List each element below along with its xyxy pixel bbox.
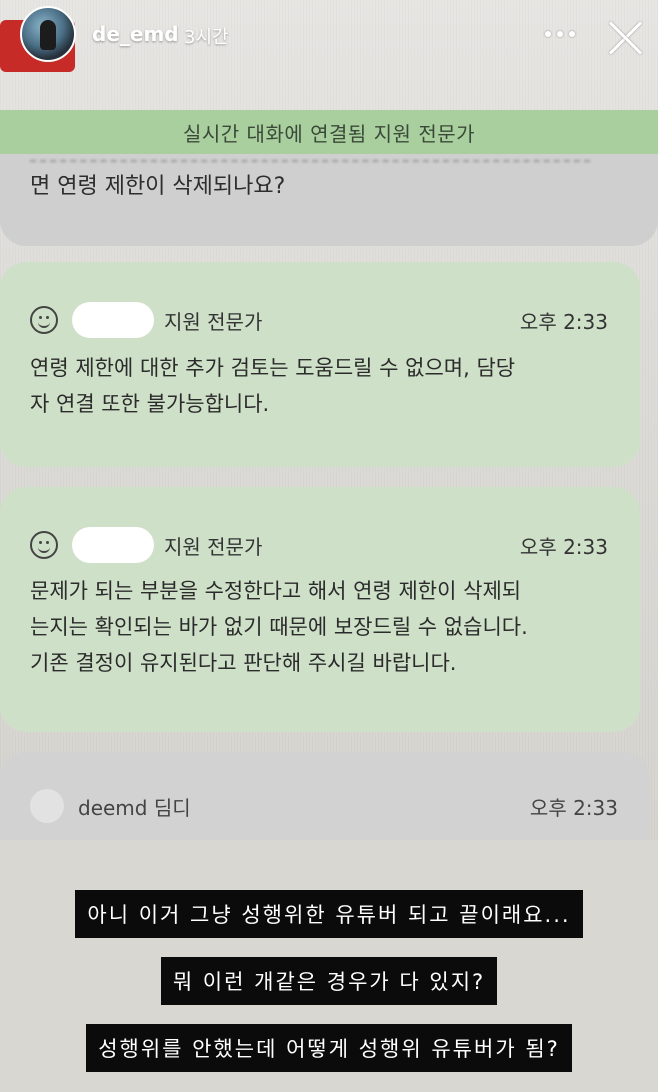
smile-icon — [30, 306, 58, 334]
user-avatar — [30, 789, 64, 823]
agent-message-bubble: 지원 전문가 오후 2:33 연령 제한에 대한 추가 검토는 도움드릴 수 없… — [0, 262, 640, 467]
user-message-text: 면 연령 제한이 삭제되나요? — [30, 174, 286, 199]
caption-line: 뭐 이런 개같은 경우가 다 있지? — [160, 957, 498, 1005]
user-message-bubble: deemd 딤디 오후 2:33 — [0, 752, 650, 840]
caption-line: 아니 이거 그냥 성행위한 유튜버 되고 끝이래요... — [75, 890, 583, 938]
close-icon[interactable] — [606, 18, 646, 58]
caption-line: 성행위를 안했는데 어떻게 성행위 유튜버가 됨? — [86, 1024, 572, 1072]
agent-message-bubble: 지원 전문가 오후 2:33 문제가 되는 부분을 수정한다고 해서 연령 제한… — [0, 487, 640, 732]
redacted-agent-name — [72, 302, 154, 338]
live-chat-banner: 실시간 대화에 연결됨 지원 전문가 — [0, 110, 658, 154]
chat-screenshot-photo: 면 연령 제한이 삭제되나요? 실시간 대화에 연결됨 지원 전문가 지원 전문… — [0, 0, 658, 840]
message-time: 오후 2:33 — [519, 309, 608, 334]
message-time: 오후 2:33 — [519, 534, 608, 559]
agent-label: 지원 전문가 — [164, 534, 263, 559]
user-message-bubble: 면 연령 제한이 삭제되나요? — [0, 146, 658, 246]
more-icon[interactable] — [540, 22, 580, 46]
story-header: de_emd 3시간 — [0, 0, 658, 80]
agent-message-text: 연령 제한에 대한 추가 검토는 도움드릴 수 없으며, 담당 자 연결 또한 … — [30, 356, 516, 416]
story-time-ago: 3시간 — [184, 27, 229, 48]
caption-stack: 아니 이거 그냥 성행위한 유튜버 되고 끝이래요... 뭐 이런 개같은 경우… — [0, 890, 658, 1091]
agent-message-text: 문제가 되는 부분을 수정한다고 해서 연령 제한이 삭제되 는지는 확인되는 … — [30, 579, 528, 675]
user-name: deemd 딤디 — [78, 795, 191, 820]
smile-icon — [30, 531, 58, 559]
avatar[interactable] — [20, 6, 76, 62]
redacted-agent-name — [72, 527, 154, 563]
message-time: 오후 2:33 — [529, 795, 618, 820]
agent-label: 지원 전문가 — [164, 309, 263, 334]
story-username[interactable]: de_emd — [92, 22, 179, 46]
